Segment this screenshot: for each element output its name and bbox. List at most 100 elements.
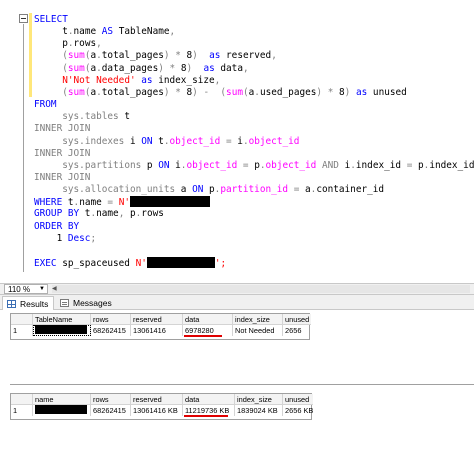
table-cell[interactable]: 68262415: [91, 405, 131, 416]
grid-icon: [7, 300, 16, 308]
column-header[interactable]: reserved: [131, 314, 183, 325]
column-header[interactable]: index_size: [233, 314, 283, 325]
zoom-dropdown[interactable]: 110 % ▼: [4, 284, 48, 294]
code-line: N'Not Needed' as index_size,: [34, 75, 220, 87]
table-cell[interactable]: 2656: [283, 325, 311, 336]
code-token: object_id: [169, 135, 221, 147]
row-header-corner: [11, 314, 33, 325]
code-token: ON: [141, 135, 153, 147]
column-header[interactable]: rows: [91, 394, 131, 405]
code-token: N': [118, 197, 131, 209]
code-token: GROUP BY: [34, 208, 80, 220]
code-token: sys: [34, 184, 80, 196]
code-token: TableName: [113, 26, 170, 38]
code-line: SELECT: [34, 14, 68, 26]
code-token: total_pages: [101, 50, 164, 62]
table-cell[interactable]: [33, 325, 91, 336]
code-line: ORDER BY: [34, 221, 79, 233]
table-cell[interactable]: 13061416 KB: [131, 405, 183, 416]
code-line: (sum(a.total_pages) * 8) - (sum(a.used_p…: [34, 87, 407, 99]
code-token: t: [79, 208, 91, 220]
grid-header-row: TableName rows reserved data index_size …: [11, 314, 311, 325]
code-token: index_size: [152, 74, 215, 86]
code-token: object_id: [248, 135, 300, 147]
code-token: 8: [333, 86, 345, 98]
column-header[interactable]: data: [183, 394, 235, 405]
code-line: GROUP BY t.name, p.rows: [34, 208, 164, 220]
tab-messages[interactable]: Messages: [56, 296, 112, 310]
code-token: index_id: [429, 159, 474, 171]
code-token: AND: [322, 159, 339, 171]
code-token: t: [118, 111, 130, 123]
code-token: ;: [90, 232, 97, 244]
code-line: t.name AS TableName,: [34, 26, 175, 38]
column-header[interactable]: data: [183, 314, 233, 325]
scroll-left-arrow-icon[interactable]: ◀: [52, 285, 57, 293]
code-token: ORDER BY: [34, 220, 80, 232]
code-token: i: [231, 135, 243, 147]
data-value-underline: [184, 335, 222, 337]
table-cell[interactable]: 1839024 KB: [235, 405, 283, 416]
messages-icon: [60, 299, 69, 307]
chevron-down-icon: ▼: [39, 286, 45, 292]
code-token: FROM: [34, 99, 57, 111]
collapse-toggle-icon[interactable]: [19, 14, 28, 23]
table-cell[interactable]: 2656 KB: [283, 405, 313, 416]
table-row[interactable]: 1 68262415 13061416 KB 11219736 KB 18390…: [11, 405, 313, 416]
code-token: t: [34, 26, 68, 38]
code-token: used_pages: [259, 86, 317, 98]
table-cell[interactable]: 68262415: [91, 325, 131, 336]
code-token: (: [34, 50, 68, 62]
code-line: (sum(a.data_pages) * 8) as data,: [34, 63, 248, 75]
code-token: i: [169, 159, 181, 171]
table-cell[interactable]: Not Needed: [233, 325, 283, 336]
code-token: rows: [141, 208, 164, 220]
code-token: sys: [34, 159, 80, 171]
code-token: (: [34, 86, 68, 98]
table-row[interactable]: 1 68262415 13061416 6978280 Not Needed 2…: [11, 325, 311, 336]
redacted-text: [130, 196, 211, 208]
query-editor[interactable]: SELECT t.name AS TableName, p.rows, (sum…: [0, 0, 474, 283]
column-header[interactable]: unused: [283, 394, 313, 405]
code-line: sys.indexes i ON t.object_id = i.object_…: [34, 136, 299, 148]
zoom-value: 110 %: [8, 285, 31, 294]
code-line: EXEC sp_spaceused N' ';: [34, 257, 226, 269]
column-header[interactable]: index_size: [235, 394, 283, 405]
code-token: sum: [226, 86, 243, 98]
code-token: sum: [67, 86, 85, 98]
code-token: AS: [101, 26, 114, 38]
row-number[interactable]: 1: [11, 405, 33, 416]
table-cell[interactable]: 13061416: [131, 325, 183, 336]
tab-results[interactable]: Results: [2, 296, 54, 310]
code-token: rows: [73, 38, 97, 50]
column-header[interactable]: TableName: [33, 314, 91, 325]
code-token: sys: [34, 135, 80, 147]
code-token: p: [34, 38, 68, 50]
code-token: 8: [180, 50, 193, 62]
code-token: t: [152, 135, 164, 147]
code-token: p: [412, 159, 424, 171]
code-token: indexes: [84, 135, 125, 147]
column-header[interactable]: reserved: [131, 394, 183, 405]
code-token: name: [96, 208, 119, 220]
code-token: object_id: [265, 159, 317, 171]
table-cell[interactable]: [33, 405, 91, 416]
row-number[interactable]: 1: [11, 325, 33, 336]
column-header[interactable]: rows: [91, 314, 131, 325]
code-token: i: [338, 159, 351, 171]
results-grid-1[interactable]: TableName rows reserved data index_size …: [10, 313, 311, 340]
code-token: sum: [67, 50, 85, 62]
grid-separator: [10, 384, 474, 385]
horizontal-scrollbar[interactable]: [52, 285, 470, 293]
code-token: t: [62, 197, 74, 209]
outline-fold-line: [23, 24, 24, 272]
code-line: (sum(a.total_pages) * 8) as reserved,: [34, 50, 277, 62]
column-header[interactable]: unused: [283, 314, 311, 325]
code-token: as: [355, 86, 368, 98]
code-token: 8: [180, 86, 193, 98]
results-grid-2[interactable]: name rows reserved data index_size unuse…: [10, 393, 313, 420]
code-token: tables: [84, 111, 119, 123]
column-header[interactable]: name: [33, 394, 91, 405]
code-token: 1: [34, 232, 68, 244]
code-line: p.rows,: [34, 38, 102, 50]
